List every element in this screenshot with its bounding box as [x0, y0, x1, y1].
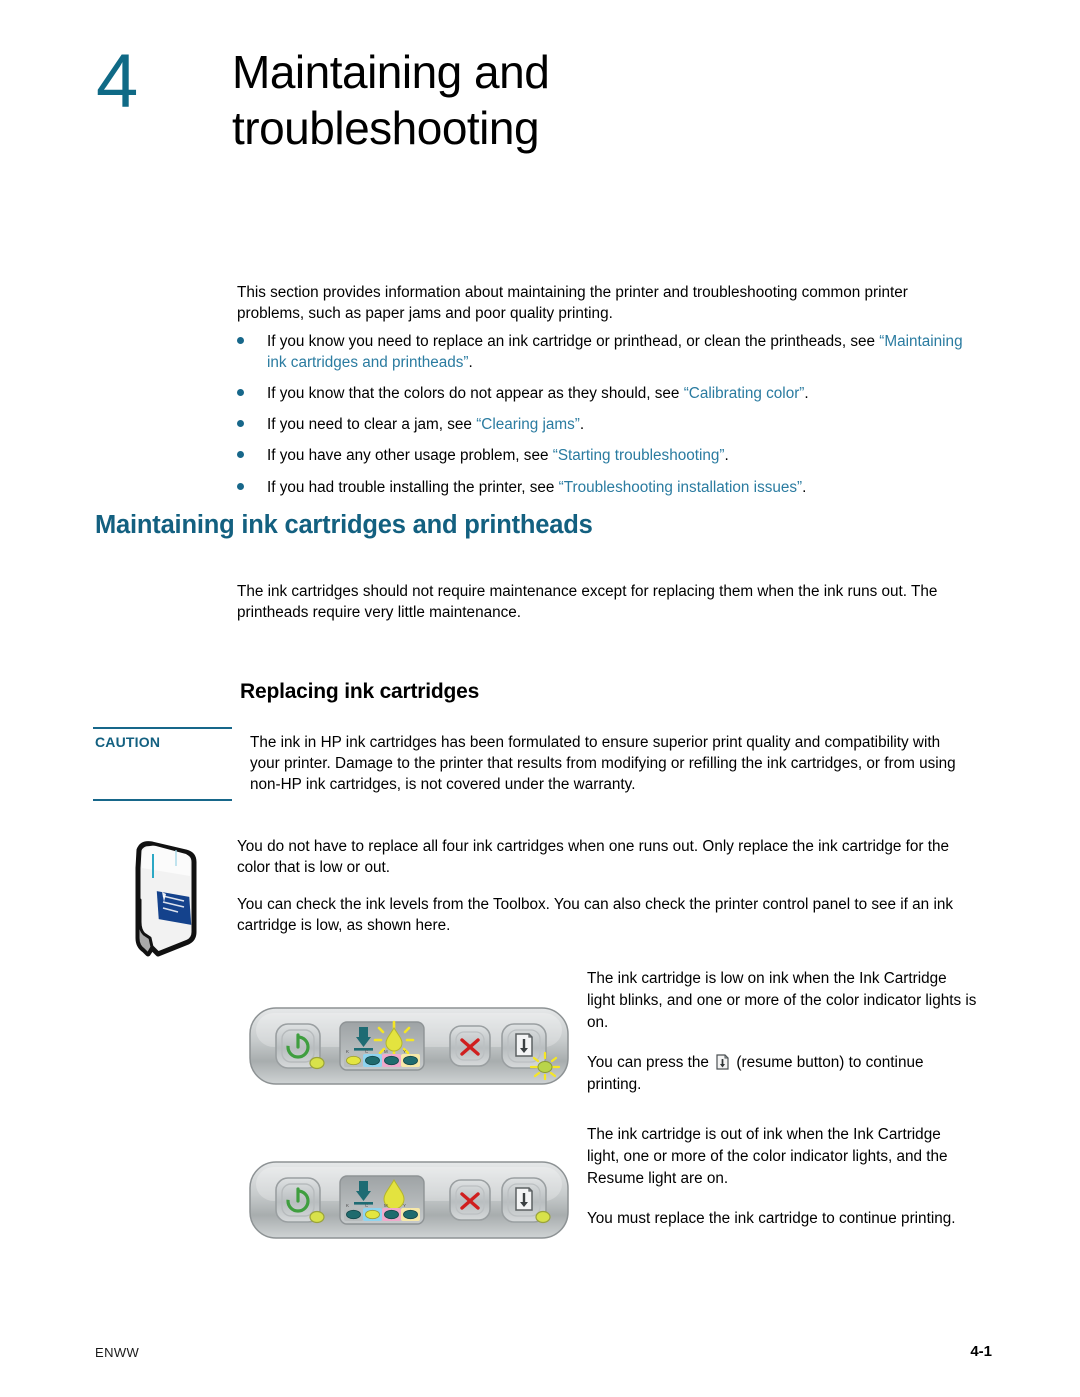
control-panel-figure-out-of-ink: K C M Y: [248, 1158, 570, 1267]
section-body-paragraph: The ink cartridges should not require ma…: [237, 583, 938, 622]
chapter-title-line-1: Maintaining and: [232, 46, 550, 98]
caution-body: The ink in HP ink cartridges has been fo…: [250, 734, 956, 794]
list-item-lead: If you know you need to replace an ink c…: [267, 333, 880, 350]
control-panel-illustration: K C M Y: [249, 1007, 569, 1085]
list-item: If you had trouble installing the printe…: [237, 477, 972, 498]
note-body: You do not have to replace all four ink …: [237, 836, 967, 952]
caution-rule-top: [93, 727, 232, 729]
list-item-lead: If you had trouble installing the printe…: [267, 478, 559, 496]
svg-text:M: M: [384, 1203, 388, 1208]
list-item-text: If you know that the colors do not appea…: [267, 383, 972, 404]
list-item-tail: .: [579, 416, 585, 434]
resume-led-icon: [535, 1210, 551, 1224]
cross-reference-link[interactable]: “Troubleshooting installation issues”: [559, 479, 802, 496]
power-led-icon: [309, 1210, 325, 1224]
chapter-title-line-2: troubleshooting: [232, 102, 540, 155]
caption-part-1: You can press the: [587, 1054, 714, 1072]
bullet-marker: [237, 477, 267, 490]
svg-text:M: M: [384, 1049, 388, 1054]
cross-reference-link[interactable]: “Clearing jams”: [476, 416, 580, 433]
intro-paragraph: This section provides information about …: [237, 284, 908, 323]
section-heading: Maintaining ink cartridges and printhead…: [95, 511, 593, 539]
caption-paragraph-lead: The ink cartridge is out of ink when the…: [587, 1126, 948, 1188]
list-item: If you know that the colors do not appea…: [237, 383, 972, 404]
control-panel-figure-low-ink: K C M Y: [248, 1004, 570, 1113]
list-item: If you have any other usage problem, see…: [237, 445, 972, 466]
cancel-button[interactable]: [449, 1179, 491, 1221]
caption-paragraph-resume: You can press the (resume button) to con…: [587, 1052, 977, 1096]
resume-button[interactable]: [501, 1177, 551, 1224]
bullet-dot-icon: [237, 482, 244, 490]
list-item-tail: .: [724, 447, 729, 465]
footer-page-number: 4-1: [970, 1343, 992, 1360]
control-panel-illustration: K C M Y: [249, 1161, 569, 1239]
svg-text:Y: Y: [403, 1049, 406, 1054]
bullet-dot-icon: [237, 389, 244, 397]
list-item-tail: .: [468, 354, 473, 372]
svg-text:K: K: [346, 1049, 349, 1054]
list-item-text: If you have any other usage problem, see…: [267, 445, 972, 466]
list-item-lead: If you have any other usage problem, see: [267, 447, 553, 465]
cross-reference-link[interactable]: “Starting troubleshooting”: [553, 447, 725, 464]
list-item-text: If you need to clear a jam, see “Clearin…: [267, 414, 972, 435]
ink-indicator-module: K C M Y: [339, 1175, 425, 1225]
ink-cartridge-icon: [135, 841, 197, 957]
intro-bullet-list: If you know you need to replace an ink c…: [237, 331, 972, 508]
chapter-title: Maintaining and troubleshooting: [232, 44, 852, 156]
ink-cartridge-illustration: [118, 838, 218, 960]
power-button[interactable]: [275, 1177, 325, 1224]
footer-locale: ENWW: [95, 1345, 140, 1360]
bullet-dot-icon: [237, 451, 244, 459]
caption-paragraph-lead: The ink cartridge is low on ink when the…: [587, 970, 977, 1032]
cancel-button[interactable]: [449, 1025, 491, 1067]
power-button[interactable]: [275, 1023, 325, 1070]
ink-indicator-module: K C M Y: [339, 1020, 425, 1071]
note-paragraph-1: You do not have to replace all four ink …: [237, 838, 950, 877]
resume-button-inline-icon: [716, 1054, 729, 1070]
list-item-text: If you had trouble installing the printe…: [267, 477, 972, 498]
list-item-text: If you know you need to replace an ink c…: [267, 331, 972, 373]
bullet-marker: [237, 414, 267, 428]
control-panel-caption-out-of-ink: The ink cartridge is out of ink when the…: [587, 1124, 977, 1248]
svg-text:C: C: [365, 1203, 368, 1208]
list-item-lead: If you need to clear a jam, see: [267, 416, 477, 434]
list-item-tail: .: [804, 385, 809, 403]
section-subheading: Replacing ink cartridges: [240, 680, 480, 703]
svg-text:Y: Y: [403, 1203, 406, 1208]
document-page: 4 Maintaining and troubleshooting This s…: [0, 0, 1080, 1397]
chapter-number: 4: [96, 39, 138, 124]
bullet-marker: [237, 331, 267, 344]
bullet-dot-icon: [237, 420, 244, 428]
list-item-tail: .: [802, 478, 807, 496]
list-item: If you know you need to replace an ink c…: [237, 331, 972, 373]
list-item-lead: If you know that the colors do not appea…: [267, 385, 684, 403]
caution-rule-bottom: [93, 799, 232, 801]
resume-page-icon: [515, 1033, 533, 1057]
bullet-marker: [237, 445, 267, 459]
note-paragraph-2: You can check the ink levels from the To…: [237, 896, 953, 935]
caution-label: CAUTION: [95, 734, 161, 750]
bullet-dot-icon: [237, 337, 244, 344]
list-item: If you need to clear a jam, see “Clearin…: [237, 414, 972, 435]
svg-text:C: C: [365, 1049, 368, 1054]
bullet-marker: [237, 383, 267, 397]
resume-page-icon: [515, 1187, 533, 1211]
cross-reference-link[interactable]: “Calibrating color”: [684, 385, 805, 402]
power-led-icon: [309, 1056, 325, 1070]
control-panel-caption-low-ink: The ink cartridge is low on ink when the…: [587, 968, 977, 1114]
caption-paragraph-replace: You must replace the ink cartridge to co…: [587, 1210, 956, 1228]
svg-text:K: K: [346, 1203, 349, 1208]
